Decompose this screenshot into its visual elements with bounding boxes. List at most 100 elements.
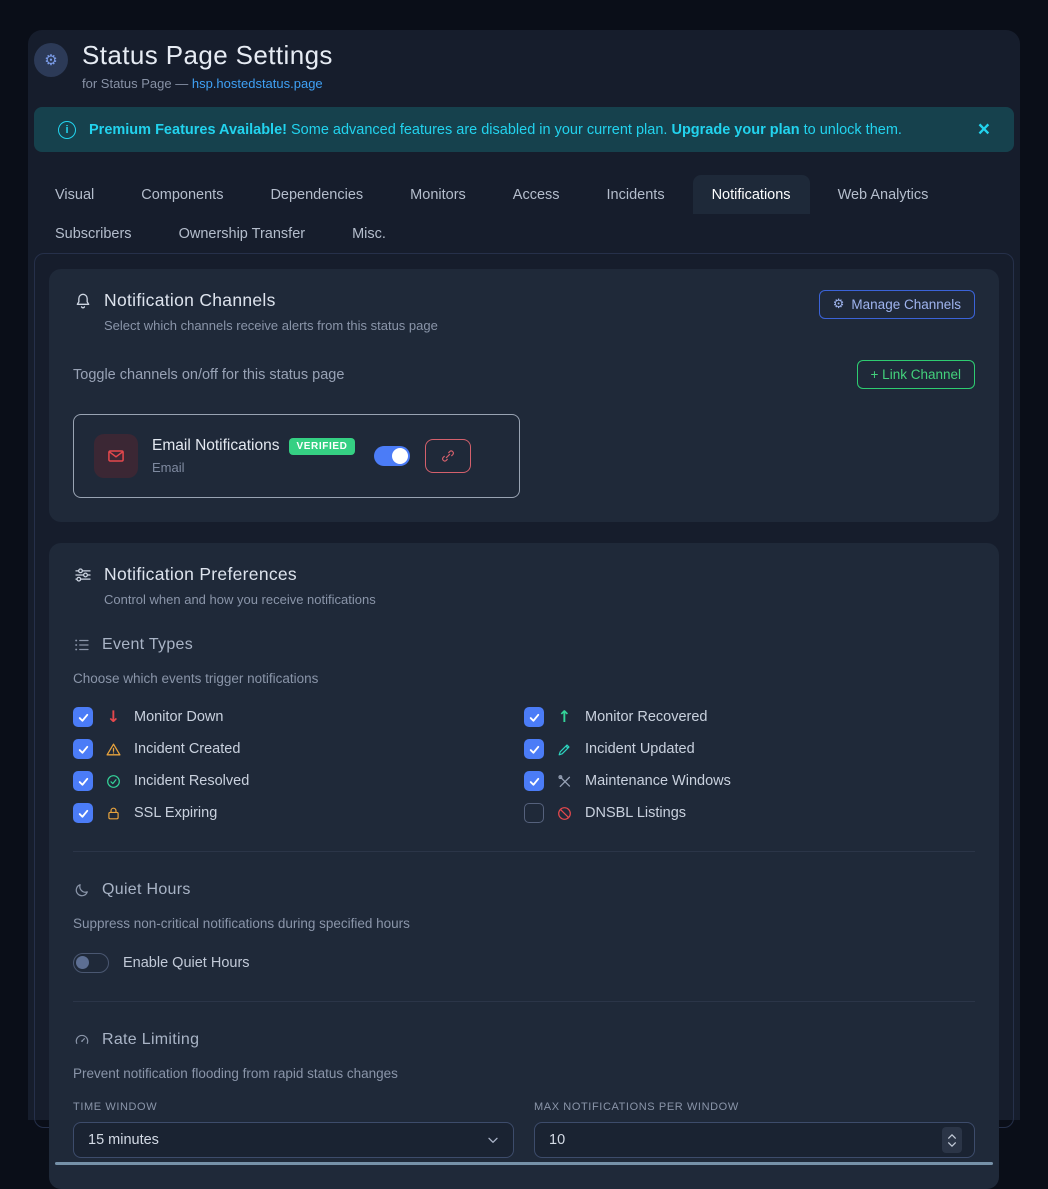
quiet-hours-section: Quiet Hours Suppress non-critical notifi…	[73, 881, 975, 973]
tab-monitors[interactable]: Monitors	[391, 175, 485, 214]
warning-triangle-icon	[105, 741, 122, 758]
sliders-icon	[73, 565, 93, 585]
email-channel-toggle[interactable]	[374, 446, 410, 466]
page-header: ⚙ Status Page Settings for Status Page —…	[34, 38, 1014, 91]
tab-subscribers[interactable]: Subscribers	[36, 214, 151, 253]
link-channel-label: + Link Channel	[871, 367, 961, 382]
event-item-monitor-down: ↓ Monitor Down	[73, 707, 524, 727]
premium-banner: i Premium Features Available! Some advan…	[34, 107, 1014, 152]
upgrade-plan-link[interactable]: Upgrade your plan	[671, 122, 799, 138]
chain-link-icon	[440, 448, 456, 464]
divider	[73, 1001, 975, 1002]
event-item-incident-created: Incident Created	[73, 739, 524, 759]
gear-icon: ⚙	[833, 297, 845, 312]
event-label: Incident Created	[134, 741, 240, 757]
ssl-expiring-checkbox[interactable]	[73, 803, 93, 823]
email-channel-card: Email Notifications VERIFIED Email	[73, 414, 520, 498]
gauge-icon	[73, 1031, 91, 1049]
arrow-up-icon: ↑	[556, 709, 573, 726]
chevron-down-icon	[485, 1132, 501, 1148]
monitor-down-checkbox[interactable]	[73, 707, 93, 727]
banner-title: Premium Features Available!	[89, 122, 287, 138]
event-label: SSL Expiring	[134, 805, 217, 821]
tab-ownership-transfer[interactable]: Ownership Transfer	[160, 214, 325, 253]
number-stepper[interactable]	[942, 1127, 962, 1153]
quiet-hours-desc: Suppress non-critical notifications duri…	[73, 916, 975, 931]
gear-icon: ⚙	[34, 43, 68, 77]
divider	[55, 1162, 993, 1165]
tab-misc[interactable]: Misc.	[333, 214, 405, 253]
channel-name: Email Notifications	[152, 437, 280, 455]
close-icon[interactable]: ×	[978, 119, 990, 140]
incident-resolved-checkbox[interactable]	[73, 771, 93, 791]
preferences-subtitle: Control when and how you receive notific…	[104, 592, 975, 607]
bell-icon	[73, 291, 93, 311]
pencil-icon	[556, 741, 573, 758]
tab-web-analytics[interactable]: Web Analytics	[819, 175, 948, 214]
channels-title: Notification Channels	[104, 290, 276, 311]
page-title: Status Page Settings	[82, 40, 333, 71]
info-icon: i	[58, 121, 76, 139]
manage-channels-button[interactable]: ⚙ Manage Channels	[819, 290, 975, 319]
event-item-maintenance-windows: Maintenance Windows	[524, 771, 975, 791]
event-types-section: Event Types Choose which events trigger …	[73, 636, 975, 823]
channel-type: Email	[152, 460, 374, 475]
event-types-heading: Event Types	[102, 636, 193, 654]
quiet-hours-toggle-label: Enable Quiet Hours	[123, 955, 250, 971]
rate-limiting-desc: Prevent notification flooding from rapid…	[73, 1066, 975, 1081]
ban-icon	[556, 805, 573, 822]
event-label: DNSBL Listings	[585, 805, 686, 821]
tools-icon	[556, 773, 573, 790]
settings-tabs: Visual Components Dependencies Monitors …	[34, 175, 974, 253]
arrow-down-icon: ↓	[105, 709, 122, 726]
event-item-incident-resolved: Incident Resolved	[73, 771, 524, 791]
event-label: Monitor Recovered	[585, 709, 708, 725]
notifications-tab-content: Notification Channels Select which chann…	[34, 253, 1014, 1128]
tab-visual[interactable]: Visual	[36, 175, 113, 214]
rate-limiting-section: Rate Limiting Prevent notification flood…	[73, 1031, 975, 1165]
event-item-incident-updated: Incident Updated	[524, 739, 975, 759]
link-channel-button[interactable]: + Link Channel	[857, 360, 975, 389]
incident-created-checkbox[interactable]	[73, 739, 93, 759]
banner-message: Some advanced features are disabled in y…	[287, 122, 671, 138]
status-page-link[interactable]: hsp.hostedstatus.page	[192, 76, 323, 91]
event-label: Incident Updated	[585, 741, 695, 757]
event-types-grid: ↓ Monitor Down ↑ Monitor Recovered	[73, 707, 975, 823]
notification-channels-card: Notification Channels Select which chann…	[49, 269, 999, 522]
maintenance-windows-checkbox[interactable]	[524, 771, 544, 791]
moon-icon	[73, 881, 91, 899]
list-icon	[73, 636, 91, 654]
divider	[73, 851, 975, 852]
channels-subtitle: Select which channels receive alerts fro…	[104, 318, 438, 333]
tab-notifications[interactable]: Notifications	[693, 175, 810, 214]
event-types-desc: Choose which events trigger notification…	[73, 671, 975, 686]
event-item-monitor-recovered: ↑ Monitor Recovered	[524, 707, 975, 727]
verified-badge: VERIFIED	[289, 438, 356, 455]
time-window-select[interactable]: 15 minutes	[73, 1122, 514, 1158]
max-notifications-label: MAX NOTIFICATIONS PER WINDOW	[534, 1101, 975, 1113]
manage-channels-label: Manage Channels	[851, 297, 961, 312]
quiet-hours-heading: Quiet Hours	[102, 881, 191, 899]
max-notifications-input[interactable]: 10	[534, 1122, 975, 1158]
quiet-hours-toggle[interactable]	[73, 953, 109, 973]
subtitle-prefix: for Status Page —	[82, 76, 192, 91]
incident-updated-checkbox[interactable]	[524, 739, 544, 759]
rate-limiting-heading: Rate Limiting	[102, 1031, 199, 1049]
tab-components[interactable]: Components	[122, 175, 242, 214]
preferences-title: Notification Preferences	[104, 564, 297, 585]
banner-text: Premium Features Available! Some advance…	[89, 122, 902, 138]
event-label: Incident Resolved	[134, 773, 249, 789]
unlink-channel-button[interactable]	[425, 439, 471, 473]
event-label: Monitor Down	[134, 709, 223, 725]
monitor-recovered-checkbox[interactable]	[524, 707, 544, 727]
lock-icon	[105, 805, 122, 822]
page-subtitle: for Status Page — hsp.hostedstatus.page	[82, 76, 333, 91]
tab-incidents[interactable]: Incidents	[588, 175, 684, 214]
max-notifications-value: 10	[549, 1132, 565, 1148]
time-window-value: 15 minutes	[88, 1132, 159, 1148]
tab-access[interactable]: Access	[494, 175, 579, 214]
event-item-dnsbl-listings: DNSBL Listings	[524, 803, 975, 823]
tab-dependencies[interactable]: Dependencies	[251, 175, 382, 214]
toggle-channels-hint: Toggle channels on/off for this status p…	[73, 367, 344, 383]
dnsbl-listings-checkbox[interactable]	[524, 803, 544, 823]
